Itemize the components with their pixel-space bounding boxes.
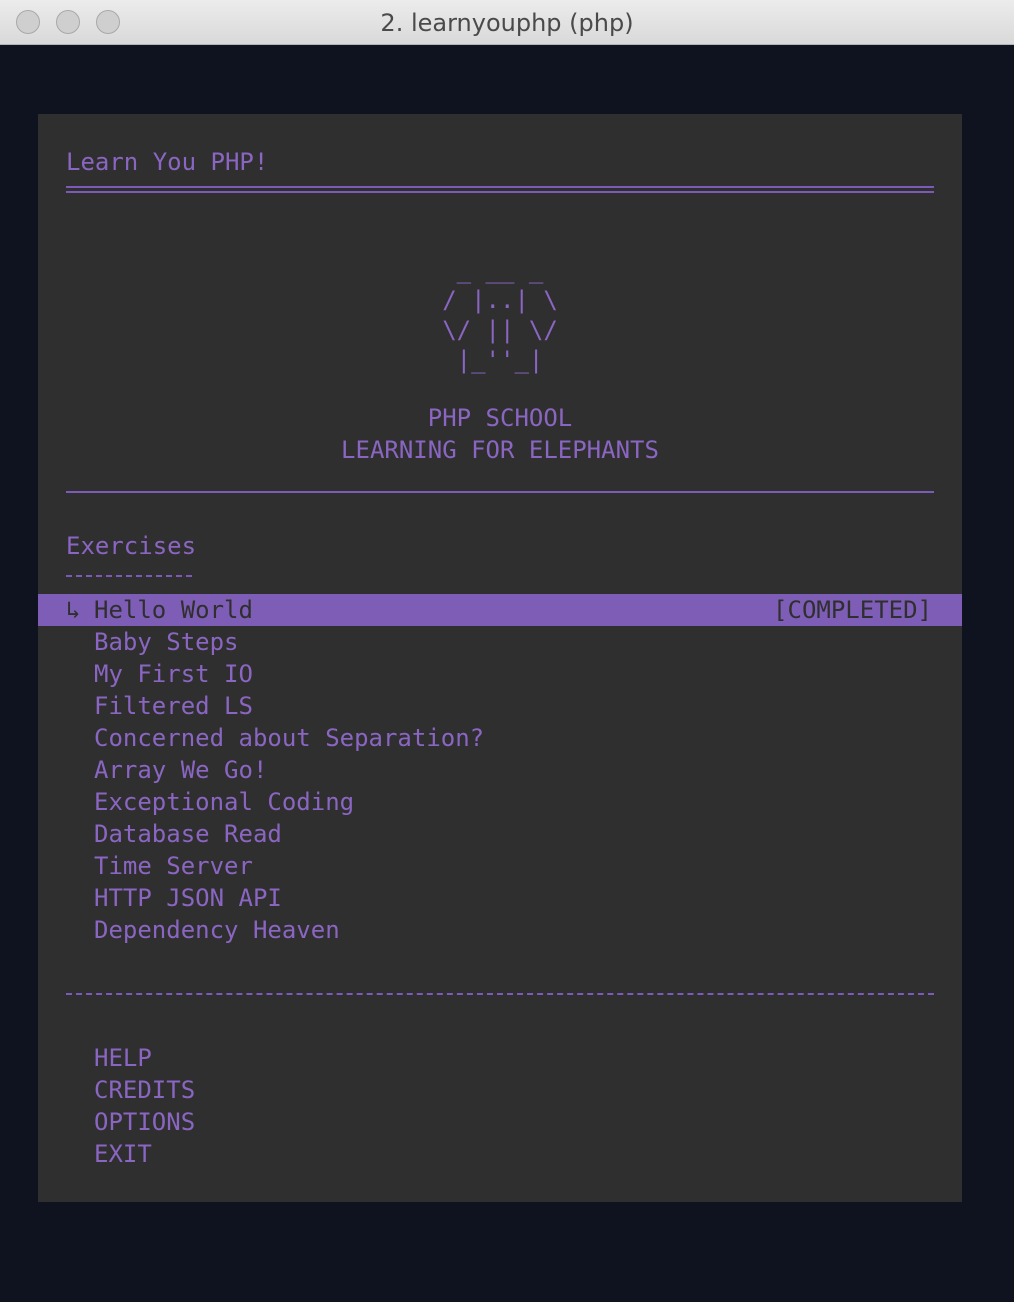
footer-menu-label: CREDITS bbox=[94, 1076, 196, 1104]
footer-menu-item-credits[interactable]: CREDITS bbox=[38, 1074, 962, 1106]
exercise-label: Filtered LS bbox=[94, 692, 253, 720]
logo-line-3: \/ || \/ bbox=[442, 316, 558, 344]
logo-line-1: _ __ _ bbox=[442, 256, 558, 284]
exercise-item[interactable]: Time Server bbox=[38, 850, 962, 882]
footer-menu-label: OPTIONS bbox=[94, 1108, 196, 1136]
footer-menu-item-exit[interactable]: EXIT bbox=[38, 1138, 962, 1170]
exercise-item[interactable]: Filtered LS bbox=[38, 690, 962, 722]
logo-line-4: |_''_| bbox=[442, 346, 558, 374]
selection-arrow-icon: ↳ bbox=[66, 596, 81, 624]
exercise-item[interactable]: ↳ Hello World [COMPLETED] bbox=[38, 594, 962, 626]
exercise-item[interactable]: Exceptional Coding bbox=[38, 786, 962, 818]
terminal-window: 2. learnyouphp (php) Learn You PHP! _ __… bbox=[0, 0, 1014, 1302]
exercise-item[interactable]: My First IO bbox=[38, 658, 962, 690]
exercises-heading-underline bbox=[66, 575, 192, 577]
footer-menu-label: HELP bbox=[94, 1044, 152, 1072]
exercise-label: Concerned about Separation? bbox=[94, 724, 485, 752]
footer-menu-item-help[interactable]: HELP bbox=[38, 1042, 962, 1074]
exercise-label: HTTP JSON API bbox=[94, 884, 282, 912]
exercise-label: Hello World bbox=[94, 596, 253, 624]
menu-divider bbox=[66, 993, 934, 995]
exercise-label: Baby Steps bbox=[94, 628, 239, 656]
exercise-label: Time Server bbox=[94, 852, 253, 880]
exercise-item[interactable]: HTTP JSON API bbox=[38, 882, 962, 914]
footer-menu-label: EXIT bbox=[94, 1140, 152, 1168]
school-name: PHP SCHOOL bbox=[427, 404, 573, 432]
exercise-item[interactable]: Array We Go! bbox=[38, 754, 962, 786]
exercise-item[interactable]: Concerned about Separation? bbox=[38, 722, 962, 754]
window-title: 2. learnyouphp (php) bbox=[380, 9, 634, 37]
exercise-item[interactable]: Baby Steps bbox=[38, 626, 962, 658]
terminal-content[interactable]: Learn You PHP! _ __ _ / |..| \ \/ || \/ … bbox=[38, 114, 962, 1202]
exercise-label: Array We Go! bbox=[94, 756, 268, 784]
logo-line-2: / |..| \ bbox=[442, 286, 558, 314]
footer-menu-item-options[interactable]: OPTIONS bbox=[38, 1106, 962, 1138]
school-tagline: LEARNING FOR ELEPHANTS bbox=[341, 436, 659, 464]
exercise-label: My First IO bbox=[94, 660, 253, 688]
exercise-label: Dependency Heaven bbox=[94, 916, 340, 944]
exercise-item[interactable]: Dependency Heaven bbox=[38, 914, 962, 946]
title-double-rule bbox=[66, 186, 934, 193]
exercise-status-badge: [COMPLETED] bbox=[773, 596, 932, 624]
app-title: Learn You PHP! bbox=[66, 148, 269, 176]
title-bar[interactable]: 2. learnyouphp (php) bbox=[0, 0, 1014, 45]
header-divider bbox=[66, 491, 934, 493]
exercise-item[interactable]: Database Read bbox=[38, 818, 962, 850]
exercise-label: Database Read bbox=[94, 820, 282, 848]
exercises-heading: Exercises bbox=[66, 532, 197, 560]
exercise-label: Exceptional Coding bbox=[94, 788, 355, 816]
